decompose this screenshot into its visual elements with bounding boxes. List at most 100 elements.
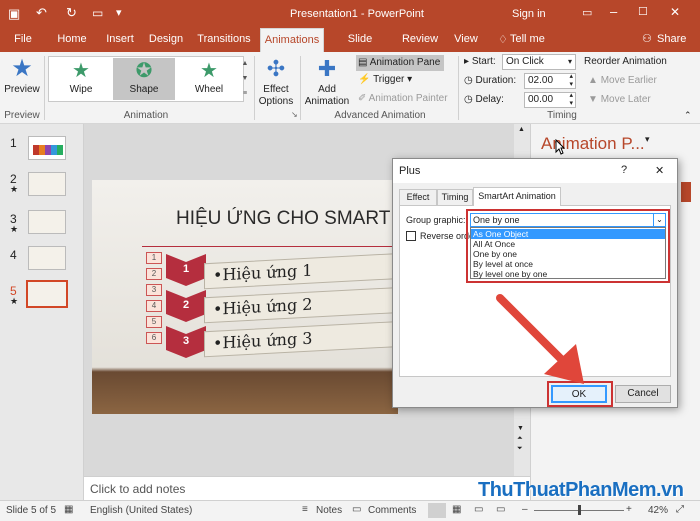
animation-star-icon: ★ — [10, 224, 19, 234]
smartart-item-2[interactable]: •Hiệu ứng 2 — [204, 286, 398, 324]
save-icon[interactable]: ▣ — [8, 6, 20, 22]
animation-wipe[interactable]: ★ Wipe — [51, 58, 111, 100]
smartart-chevron-2[interactable]: 2 — [166, 290, 206, 322]
animation-step-badge[interactable]: 2 — [146, 268, 162, 280]
zoom-in-icon[interactable]: + — [626, 504, 632, 515]
dialog-tab-effect[interactable]: Effect — [399, 189, 437, 205]
customize-qat-icon[interactable]: ▾ — [116, 6, 122, 19]
tell-me-box[interactable]: Tell me — [510, 33, 545, 45]
group-graphic-label: Group graphic: — [406, 215, 466, 225]
tab-home[interactable]: Home — [52, 28, 92, 52]
scroll-down-icon[interactable]: ▼ ⏶ ⏷ — [517, 424, 524, 454]
collapse-ribbon-icon[interactable]: ⌃ — [684, 110, 692, 121]
effect-options-button[interactable]: ✣ Effect Options — [256, 54, 296, 108]
notes-bar[interactable]: Click to add notes — [84, 476, 530, 500]
spinner-icon[interactable]: ▴ ▾ — [569, 92, 573, 108]
language-status[interactable]: English (United States) — [90, 505, 192, 516]
group-preview: Preview — [4, 110, 40, 121]
maximize-icon[interactable]: ☐ — [638, 5, 648, 18]
dialog-tab-timing[interactable]: Timing — [437, 189, 473, 205]
wipe-star-icon: ★ — [72, 60, 90, 82]
wheel-star-icon: ★ — [200, 60, 218, 82]
add-animation-label-2: Animation — [304, 96, 350, 107]
close-icon[interactable]: ✕ — [670, 5, 680, 19]
tab-view[interactable]: View — [452, 28, 480, 52]
scroll-up-icon[interactable]: ▲ — [518, 126, 525, 133]
slide-thumbnail-5[interactable] — [26, 280, 68, 308]
group-animation: Animation — [123, 110, 169, 121]
cancel-button[interactable]: Cancel — [615, 385, 671, 403]
delay-input[interactable]: 00.00 ▴ ▾ — [524, 92, 576, 108]
trigger-button[interactable]: ⚡ Trigger ▾ — [358, 74, 412, 85]
comments-button[interactable]: Comments — [368, 505, 416, 516]
dialog-launcher-icon[interactable]: ↘ — [291, 110, 298, 119]
smartart-chevron-3[interactable]: 3 — [166, 326, 206, 358]
slide-title[interactable]: HIỆU ỨNG CHO SMART — [176, 208, 390, 230]
duration-label: ◷ Duration: — [464, 75, 517, 86]
reverse-order-checkbox[interactable] — [406, 231, 416, 241]
zoom-slider-thumb[interactable] — [578, 505, 581, 515]
preview-button[interactable]: ★ Preview — [4, 54, 40, 108]
smartart-item-3[interactable]: •Hiệu ứng 3 — [204, 320, 398, 358]
share-button[interactable]: Share — [657, 33, 686, 45]
chevron-down-icon: ▾ — [567, 57, 572, 66]
normal-view-icon[interactable] — [428, 503, 446, 518]
slide-thumbnail-4[interactable] — [28, 246, 66, 270]
slide-thumbnail-1[interactable] — [28, 136, 66, 160]
help-icon[interactable]: ? — [621, 164, 627, 176]
tab-design[interactable]: Design — [146, 28, 186, 52]
add-animation-button[interactable]: ✚ Add Animation — [304, 54, 350, 108]
notes-placeholder[interactable]: Click to add notes — [90, 482, 185, 496]
reading-view-icon[interactable]: ▭ — [474, 504, 483, 515]
ribbon-display-icon[interactable]: ▭ — [582, 6, 592, 19]
tab-file[interactable]: File — [6, 28, 40, 52]
undo-icon[interactable]: ↶ — [36, 5, 47, 21]
smartart-item-1[interactable]: •Hiệu ứng 1 — [204, 252, 398, 290]
dialog-close-icon[interactable]: ✕ — [655, 164, 664, 177]
animation-painter-label: Animation Painter — [368, 93, 448, 104]
animation-step-badge[interactable]: 1 — [146, 252, 162, 264]
gallery-scroll[interactable]: ▲ ▼ ≡ — [240, 56, 250, 102]
pane-options-icon[interactable]: ▾ — [645, 134, 650, 145]
start-select[interactable]: On Click ▾ — [502, 54, 576, 70]
tab-insert[interactable]: Insert — [100, 28, 140, 52]
wheel-label: Wheel — [194, 84, 224, 95]
move-later-button[interactable]: ▼ Move Later — [588, 94, 651, 105]
clock-icon: ◷ — [464, 75, 476, 86]
slide-sorter-icon[interactable]: ▦ — [452, 504, 461, 515]
start-from-beginning-icon[interactable]: ▭ — [92, 6, 103, 20]
reorder-label: Reorder Animation — [584, 56, 667, 67]
dialog-tab-smartart-animation[interactable]: SmartArt Animation — [473, 187, 561, 206]
notes-button[interactable]: Notes — [316, 505, 342, 516]
spelling-icon[interactable]: ▦ — [64, 504, 73, 515]
zoom-out-icon[interactable]: – — [522, 504, 528, 515]
tab-slide-show[interactable]: Slide Show — [334, 28, 386, 67]
sign-in-link[interactable]: Sign in — [512, 8, 546, 20]
tab-review[interactable]: Review — [398, 28, 442, 52]
minimize-icon[interactable]: – — [610, 4, 617, 19]
slide-thumbnail-2[interactable] — [28, 172, 66, 196]
animation-step-badge[interactable]: 6 — [146, 332, 162, 344]
move-earlier-button[interactable]: ▲ Move Earlier — [588, 75, 657, 86]
painter-icon: ✐ — [358, 93, 369, 104]
title-rule — [142, 246, 398, 247]
animation-painter-button[interactable]: ✐ Animation Painter — [358, 93, 448, 104]
slide-thumbnail-3[interactable] — [28, 210, 66, 234]
redo-icon[interactable]: ↻ — [66, 5, 77, 21]
pane-scroll-thumb[interactable] — [681, 182, 691, 202]
slideshow-view-icon[interactable]: ▭ — [496, 504, 505, 515]
duration-input[interactable]: 02.00 ▴ ▾ — [524, 73, 576, 89]
animation-step-badge[interactable]: 4 — [146, 300, 162, 312]
comments-icon: ▭ — [352, 504, 362, 515]
animation-pane-button[interactable]: ▤ Animation Pane — [356, 55, 444, 71]
zoom-level[interactable]: 42% — [648, 505, 668, 516]
animation-shape[interactable]: ✪ Shape — [113, 58, 175, 100]
animation-step-badge[interactable]: 3 — [146, 284, 162, 296]
animation-step-badge[interactable]: 5 — [146, 316, 162, 328]
animation-wheel[interactable]: ★ Wheel — [179, 58, 239, 100]
spinner-icon[interactable]: ▴ ▾ — [569, 73, 573, 89]
smartart-chevron-1[interactable]: 1 — [166, 254, 206, 286]
fit-slide-icon[interactable]: ⤢ — [676, 504, 684, 515]
tab-transitions[interactable]: Transitions — [196, 28, 252, 52]
tab-animations[interactable]: Animations — [260, 28, 324, 52]
